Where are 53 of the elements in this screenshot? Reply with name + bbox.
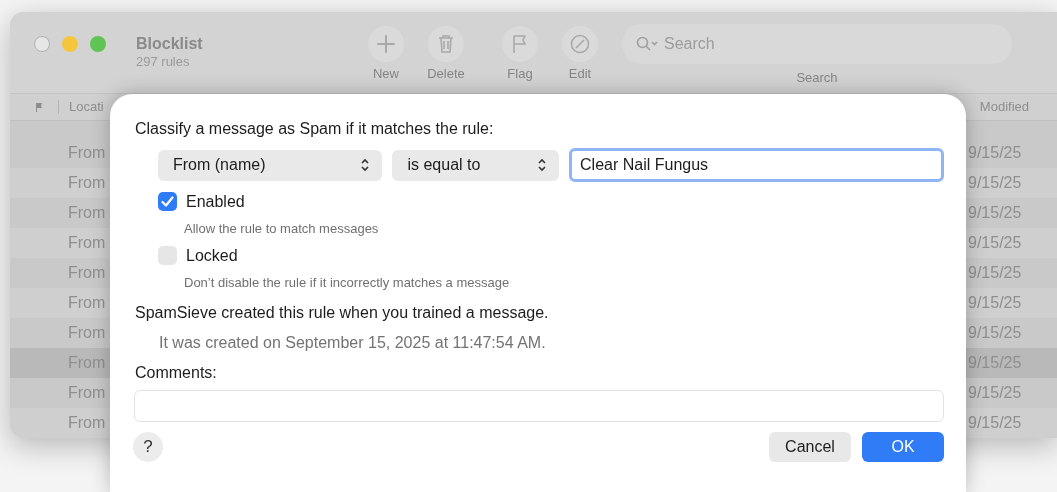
checkbox[interactable] (158, 246, 177, 265)
rule-prompt: Classify a message as Spam if it matches the rule: (135, 120, 495, 138)
hint-text: Allow the rule to match messages (184, 221, 380, 236)
cancel-button[interactable]: Cancel (769, 432, 851, 462)
chevron-icon (537, 158, 548, 172)
checkbox-label[interactable]: Enabled (186, 192, 245, 211)
window-subtitle: 297 rules (136, 54, 191, 69)
table-cell-text: From (68, 234, 107, 252)
toolbar-button[interactable] (562, 26, 598, 62)
search-label: Search (796, 70, 838, 85)
toolbar-button-label: Flag (507, 66, 533, 81)
plus-icon (374, 32, 398, 56)
flag-icon[interactable] (34, 101, 44, 112)
help-button[interactable]: ? (133, 432, 163, 462)
window-title: Blocklist (136, 35, 204, 53)
checkbox[interactable] (158, 192, 177, 211)
table-cell: 9/15/25 (968, 204, 1022, 222)
created-text: It was created on September 15, 2025 at 11:47:54 AM. (159, 334, 547, 352)
table-cell: 9/15/25 (968, 174, 1022, 192)
table-cell-text: From (68, 384, 107, 402)
table-cell-text: From (68, 174, 107, 192)
field-popup[interactable]: From (name) (158, 149, 383, 181)
toolbar-button-label: New (373, 66, 399, 81)
table-cell: 9/15/25 (968, 264, 1022, 282)
checkbox-label[interactable]: Locked (186, 246, 238, 265)
info-text: SpamSieve created this rule when you trained a message. (135, 304, 550, 322)
table-cell-text: From (68, 144, 107, 162)
zoom-button[interactable] (90, 36, 106, 52)
table-cell: 9/15/25 (968, 294, 1022, 312)
table-cell: 9/15/25 (968, 324, 1022, 342)
table-cell: 9/15/25 (968, 384, 1022, 402)
chevron-icon (360, 158, 371, 172)
table-cell-text: From (68, 414, 107, 432)
close-button[interactable] (34, 36, 50, 52)
comments-field[interactable] (134, 390, 944, 422)
toolbar-button-label: Delete (427, 66, 465, 81)
toolbar-button[interactable] (502, 26, 538, 62)
operator-popup[interactable]: is equal to (392, 149, 560, 181)
table-cell: 9/15/25 (968, 414, 1022, 432)
value-field[interactable]: Clear Nail Fungus (569, 148, 944, 182)
table-cell: 9/15/25 (968, 234, 1022, 252)
table-cell-text: From (68, 204, 107, 222)
comments-label: Comments: (135, 364, 218, 382)
table-cell-text: From (68, 264, 107, 282)
toolbar-button[interactable] (368, 26, 404, 62)
minimize-button[interactable] (62, 36, 78, 52)
toolbar-button-label: Edit (568, 66, 592, 81)
slashed-circle-icon (568, 32, 592, 56)
search-icon (636, 36, 658, 52)
table-cell: 9/15/25 (968, 144, 1022, 162)
toolbar-button[interactable] (428, 26, 464, 62)
hint-text: Don’t disable the rule if it incorrectly matches a message (184, 275, 511, 290)
ok-button[interactable]: OK (862, 432, 944, 462)
